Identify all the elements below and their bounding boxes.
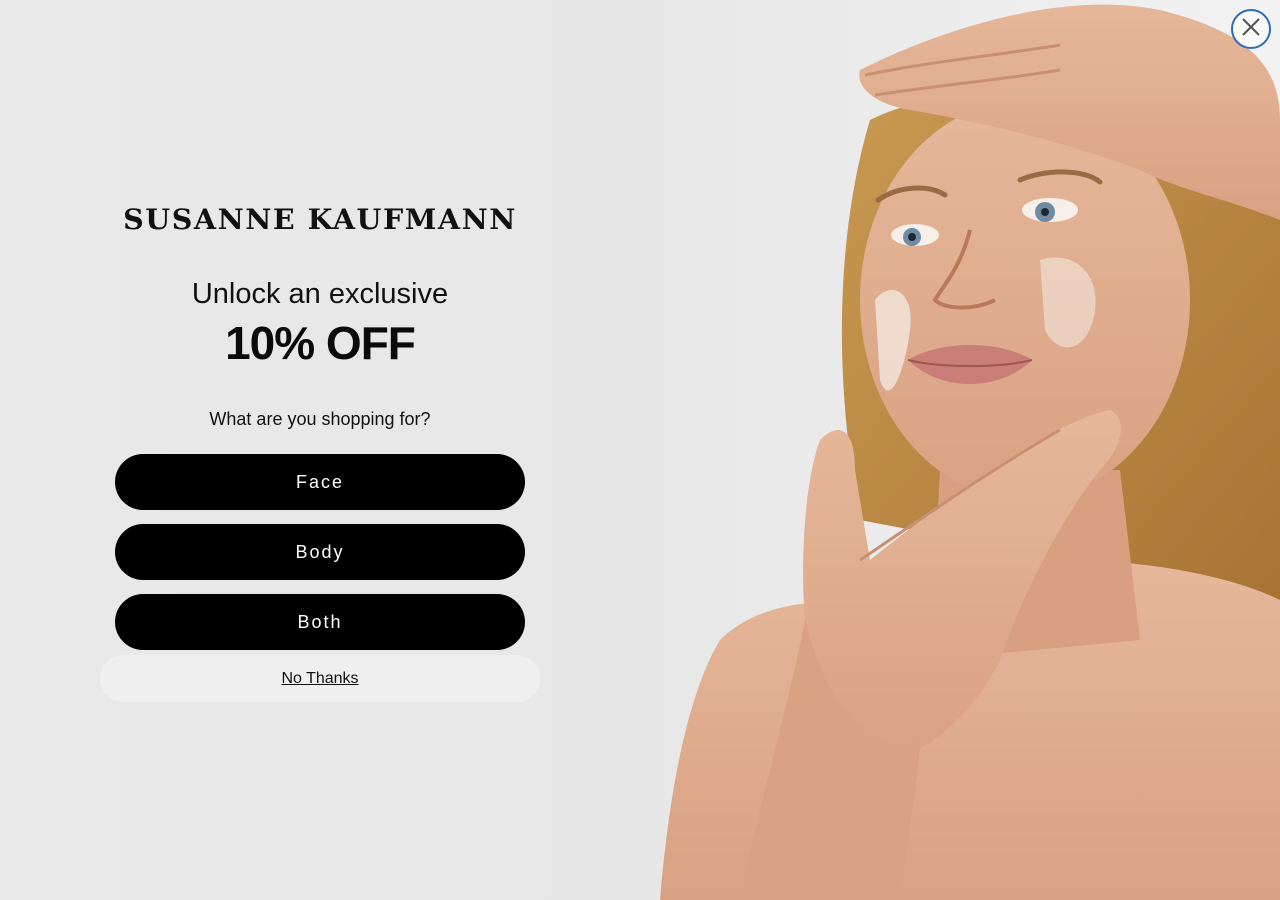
promo-offer: 10% OFF <box>225 317 416 369</box>
brand-logo: SUSANNE KAUFMANN <box>123 203 517 236</box>
no-thanks-button[interactable]: No Thanks <box>100 655 540 702</box>
popup-content: SUSANNE KAUFMANN Unlock an exclusive 10%… <box>100 0 540 900</box>
face-button[interactable]: Face <box>115 454 525 510</box>
close-button[interactable] <box>1231 9 1271 49</box>
promo-headline: Unlock an exclusive <box>191 278 449 310</box>
signup-popup: SUSANNE KAUFMANN Unlock an exclusive 10%… <box>0 0 1280 900</box>
both-button[interactable]: Both <box>115 594 525 650</box>
close-icon <box>1240 16 1262 43</box>
shopping-question: What are you shopping for? <box>209 409 431 429</box>
model-photo <box>640 0 1280 900</box>
body-button[interactable]: Body <box>115 524 525 580</box>
